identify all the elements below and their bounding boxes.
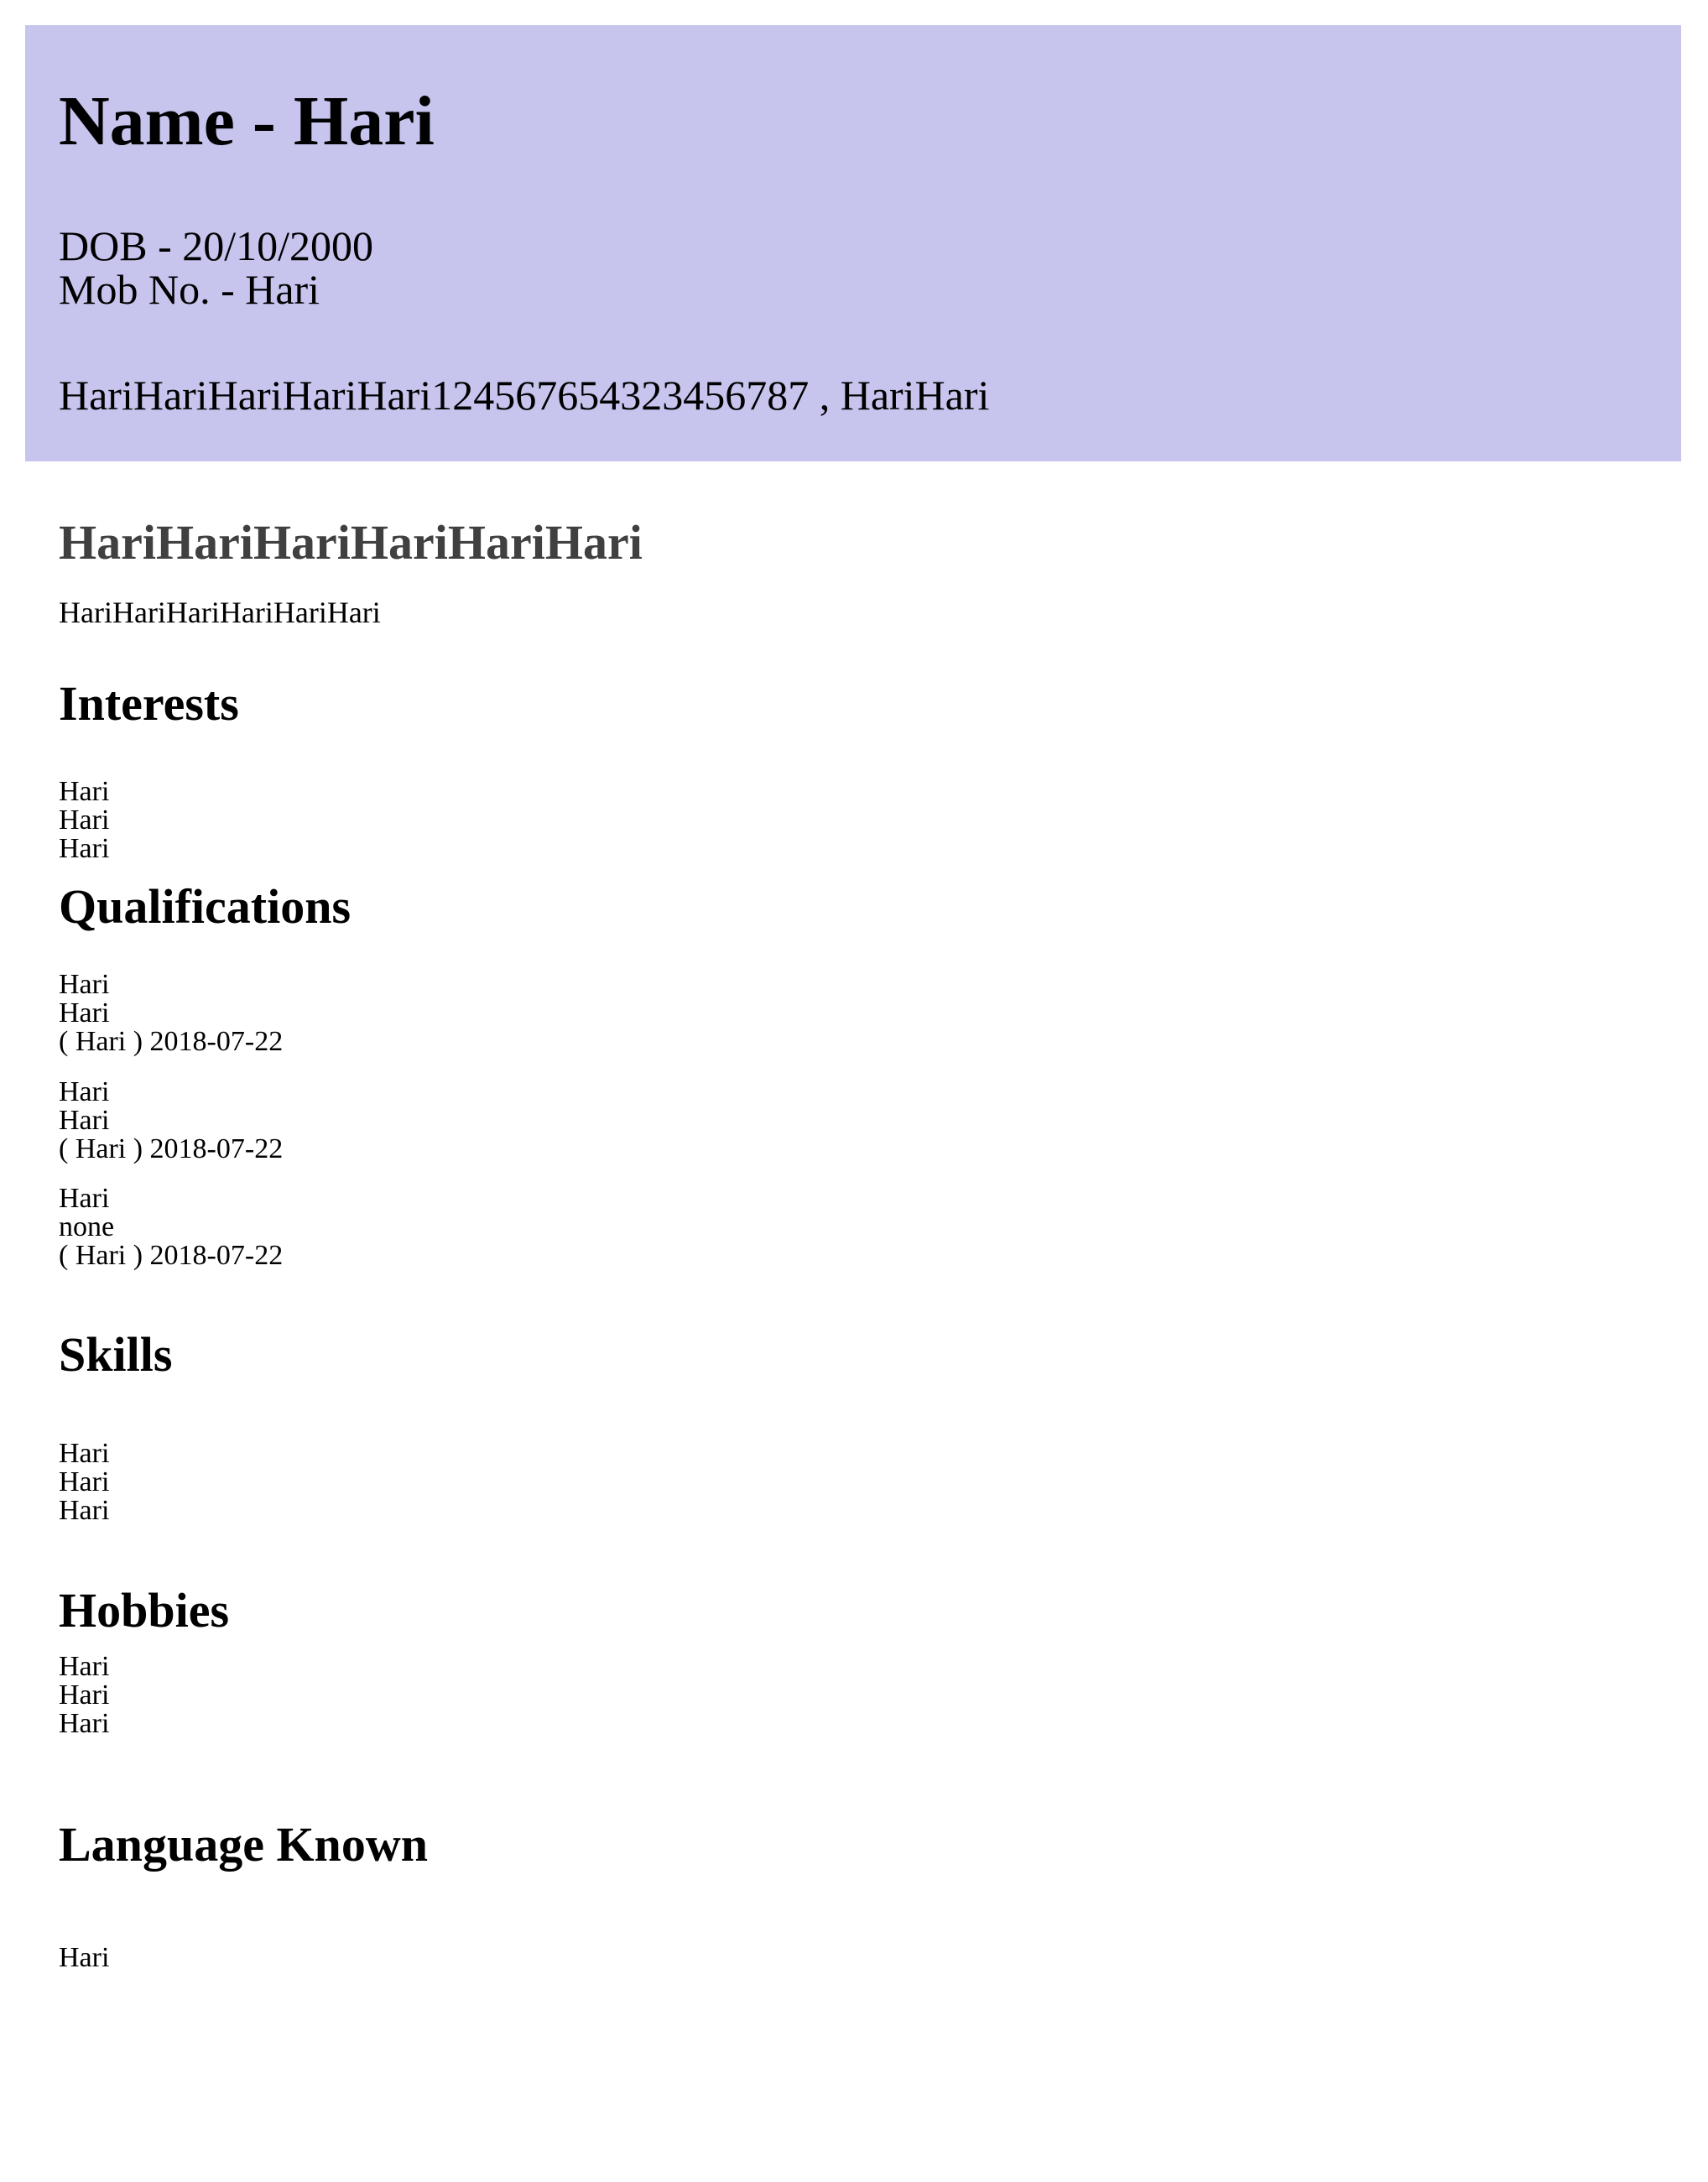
qualification-detail: Hari <box>59 1105 110 1136</box>
summary-text: HariHariHariHariHariHari <box>59 596 381 629</box>
mobile-text: Mob No. - Hari <box>59 266 320 313</box>
interest-item: Hari <box>59 833 110 864</box>
skills-heading: Skills <box>59 1327 173 1382</box>
languages-heading: Language Known <box>59 1817 428 1872</box>
interest-item: Hari <box>59 776 110 807</box>
hobby-item: Hari <box>59 1708 110 1739</box>
qualification-meta: ( Hari ) 2018-07-22 <box>59 1133 284 1164</box>
skill-item: Hari <box>59 1466 110 1497</box>
qualification-meta: ( Hari ) 2018-07-22 <box>59 1240 284 1271</box>
qualification-title: Hari <box>59 1183 110 1214</box>
interest-item: Hari <box>59 805 110 836</box>
skill-item: Hari <box>59 1438 110 1469</box>
qualification-title: Hari <box>59 1076 110 1107</box>
qualifications-heading: Qualifications <box>59 879 351 934</box>
hobby-item: Hari <box>59 1651 110 1682</box>
summary-heading: HariHariHariHariHariHari <box>59 515 643 570</box>
address-text: HariHariHariHariHari124567654323456787 ,… <box>59 372 990 419</box>
dob-text: DOB - 20/10/2000 <box>59 222 373 269</box>
name-title: Name - Hari <box>59 82 435 160</box>
skill-item: Hari <box>59 1495 110 1526</box>
qualification-detail: Hari <box>59 997 110 1029</box>
qualification-detail: none <box>59 1211 115 1242</box>
hobby-item: Hari <box>59 1679 110 1711</box>
hobbies-heading: Hobbies <box>59 1583 230 1638</box>
qualification-title: Hari <box>59 969 110 1000</box>
qualification-meta: ( Hari ) 2018-07-22 <box>59 1026 284 1057</box>
language-item: Hari <box>59 1942 110 1973</box>
interests-heading: Interests <box>59 676 239 731</box>
